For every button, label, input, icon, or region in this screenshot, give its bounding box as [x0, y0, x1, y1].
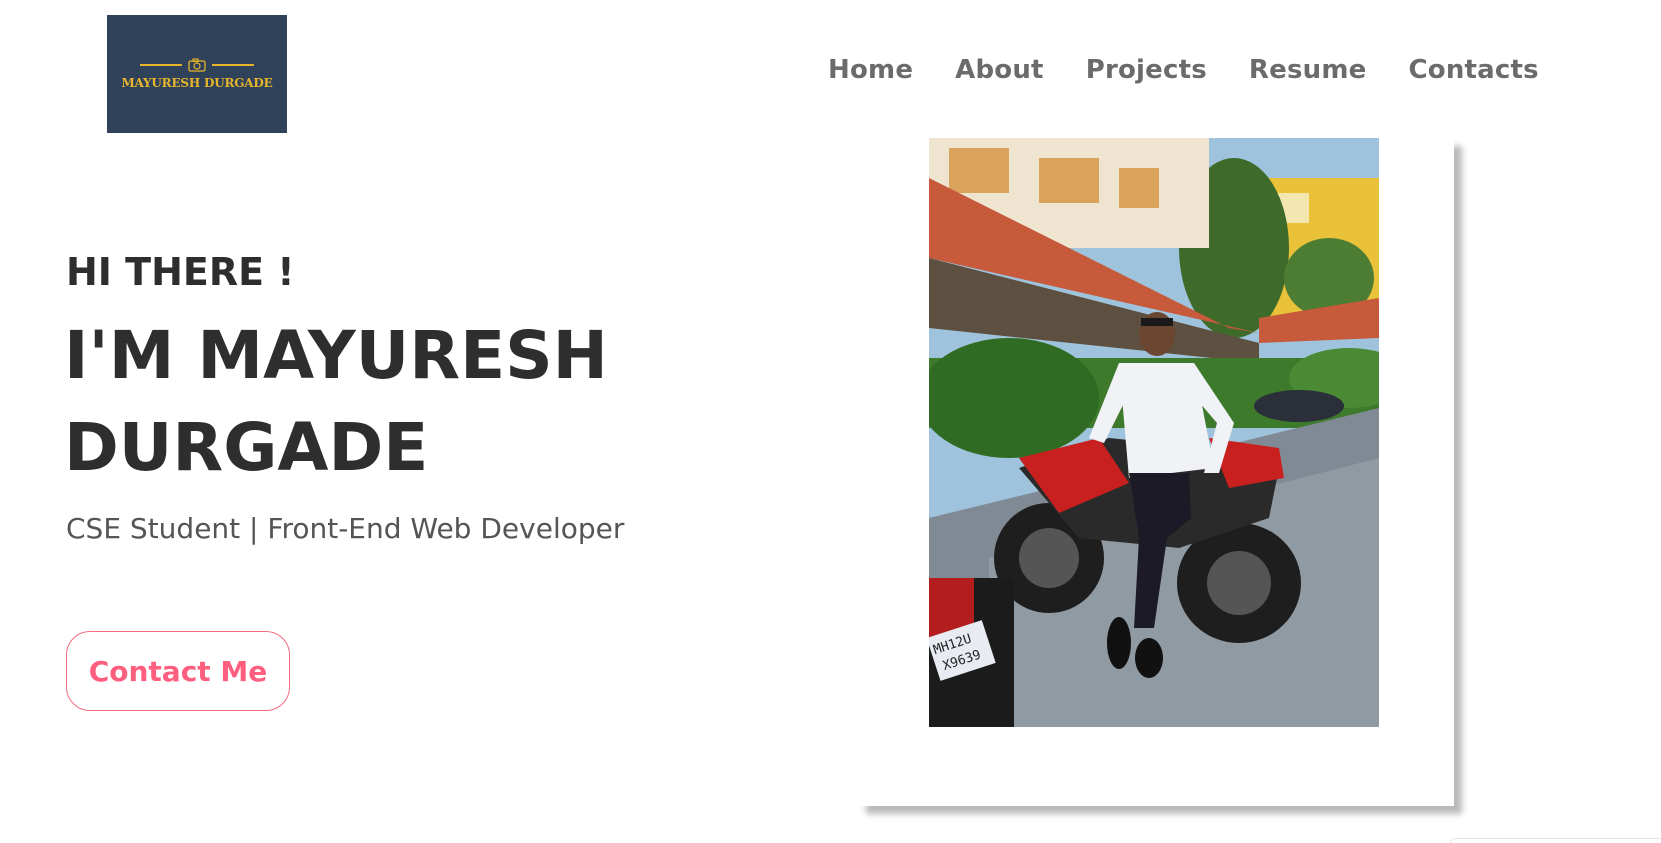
- profile-photo: MH12U X9639: [929, 138, 1379, 727]
- logo-line-right: [212, 64, 254, 66]
- logo-line-left: [140, 64, 182, 66]
- hero-greeting: HI THERE !: [66, 250, 295, 294]
- main-nav: Home About Projects Resume Contacts: [828, 55, 1539, 85]
- logo-emblem: [140, 58, 254, 72]
- nav-home[interactable]: Home: [828, 55, 913, 85]
- logo-text: MAYURESH DURGADE: [121, 76, 273, 90]
- contact-me-button[interactable]: Contact Me: [66, 631, 290, 711]
- profile-photo-illustration: MH12U X9639: [929, 138, 1379, 727]
- hero-subtitle: CSE Student | Front-End Web Developer: [66, 512, 625, 545]
- portfolio-page: MAYURESH DURGADE Home About Projects Res…: [0, 0, 1661, 843]
- camera-icon: [188, 58, 206, 72]
- nav-resume[interactable]: Resume: [1249, 55, 1367, 85]
- site-logo[interactable]: MAYURESH DURGADE: [107, 15, 287, 133]
- nav-about[interactable]: About: [955, 55, 1044, 85]
- nav-projects[interactable]: Projects: [1086, 55, 1207, 85]
- hero-name: I'M MAYURESH DURGADE: [64, 317, 608, 486]
- nav-contacts[interactable]: Contacts: [1408, 55, 1538, 85]
- corner-edge: [1450, 838, 1661, 843]
